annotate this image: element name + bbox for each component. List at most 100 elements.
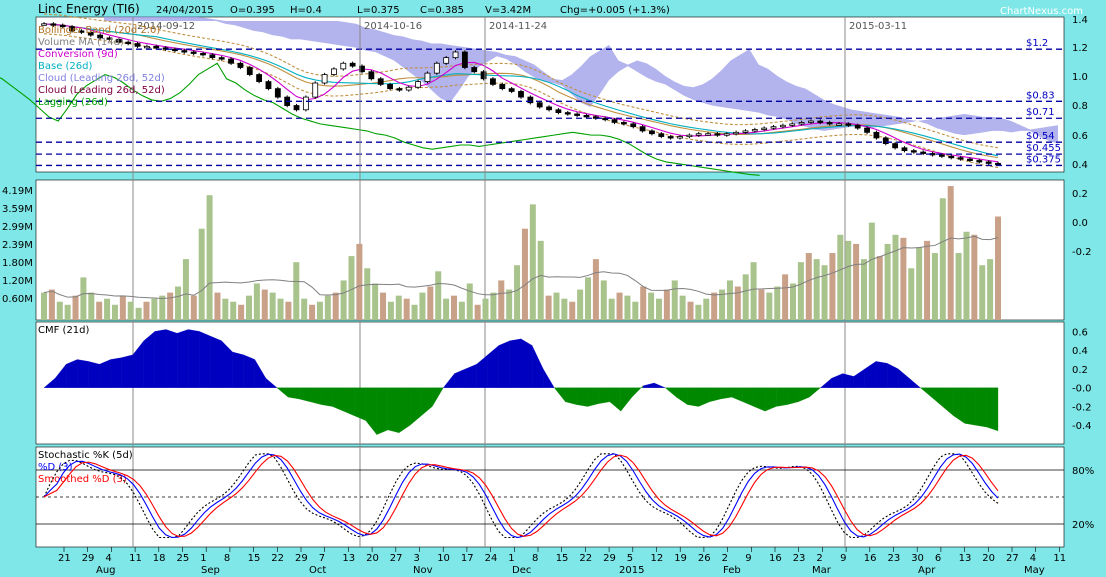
volume-bar xyxy=(514,265,521,320)
candle-body xyxy=(274,88,281,98)
volume-bar xyxy=(111,304,118,320)
candle-body xyxy=(733,131,740,135)
cmf-tick-label: -0.2 xyxy=(1072,402,1092,413)
price-level-label: $0.455 xyxy=(1026,143,1061,154)
x-month-label: 2015 xyxy=(619,565,644,576)
cmf-area-segment xyxy=(199,331,211,388)
x-month-label: Dec xyxy=(512,565,531,576)
volume-tick-label: 2.99M xyxy=(2,222,33,233)
candle-body xyxy=(340,62,347,70)
volume-bar xyxy=(88,292,95,320)
candle-body xyxy=(836,123,842,126)
candle-body xyxy=(312,82,319,98)
candle-body xyxy=(761,127,768,130)
volume-bar xyxy=(48,289,55,320)
volume-bar xyxy=(829,253,836,320)
x-day-label: 9 xyxy=(745,553,751,564)
volume-bar xyxy=(498,280,505,320)
candle-body xyxy=(620,122,627,125)
volume-bar xyxy=(931,253,938,320)
date-marker-label: 2014-11-24 xyxy=(489,21,547,32)
candle-body xyxy=(302,96,309,111)
volume-bar xyxy=(703,298,710,320)
volume-bar xyxy=(916,246,923,320)
volume-bar xyxy=(663,289,670,320)
cmf-area-segment xyxy=(243,354,255,388)
cmf-area-segment xyxy=(343,387,355,417)
candle-body xyxy=(256,74,263,82)
volume-bar xyxy=(608,298,615,320)
cmf-area-segment xyxy=(387,387,400,433)
candle-body xyxy=(901,147,908,152)
candle-body xyxy=(658,133,665,137)
cmf-area-segment xyxy=(376,387,389,435)
volume-bar xyxy=(340,280,347,320)
cmf-tick-label: 0.4 xyxy=(1072,346,1088,357)
volume-bar xyxy=(435,271,442,320)
x-month-label: Nov xyxy=(413,565,433,576)
candle-body xyxy=(910,150,917,153)
cmf-area-segment xyxy=(165,329,178,388)
candle-body xyxy=(490,78,496,85)
x-day-label: 27 xyxy=(1006,553,1019,564)
candle-body xyxy=(995,162,1001,166)
volume-bar xyxy=(671,280,678,320)
candle-body xyxy=(368,71,375,80)
volume-bar xyxy=(222,298,229,320)
candle-body xyxy=(415,81,422,88)
volume-bar xyxy=(711,292,718,320)
volume-bar xyxy=(119,295,126,320)
volume-bar xyxy=(466,283,473,320)
volume-bar xyxy=(790,283,797,320)
cmf-area-segment xyxy=(775,387,788,407)
volume-bar xyxy=(616,292,623,320)
candle-body xyxy=(190,51,197,54)
volume-bar xyxy=(506,289,513,320)
ohlc-date: 24/04/2015 xyxy=(156,5,214,16)
volume-bar xyxy=(301,298,308,320)
volume-bar xyxy=(924,240,931,320)
volume-bar xyxy=(364,268,371,320)
candle-body xyxy=(751,129,758,132)
candle-body xyxy=(536,102,543,108)
price-tick-label: 1.4 xyxy=(1072,15,1088,26)
candle-body xyxy=(321,74,328,84)
candle-body xyxy=(920,151,927,154)
volume-tick-label: 3.59M xyxy=(2,204,33,215)
volume-bar xyxy=(167,292,174,320)
legend-item: Cloud (Leading 26d, 52d) xyxy=(38,73,165,84)
volume-tick-label: 0.60M xyxy=(2,294,33,305)
volume-bar xyxy=(474,304,481,320)
volume-tick-label: 4.19M xyxy=(2,186,33,197)
candle-body xyxy=(209,54,216,59)
cmf-area-segment xyxy=(720,387,732,400)
x-day-label: 7 xyxy=(319,553,325,564)
volume-bar xyxy=(285,301,292,320)
cmf-area-segment xyxy=(354,387,366,421)
x-day-label: 29 xyxy=(295,553,308,564)
volume-bar xyxy=(592,259,599,320)
legend-item: Volume MA (14d) xyxy=(38,37,124,48)
cmf-area-segment xyxy=(565,387,577,405)
volume-bar xyxy=(742,274,749,320)
x-day-label: 12 xyxy=(651,553,664,564)
volume-bar xyxy=(450,295,457,320)
volume-bar xyxy=(380,292,387,320)
x-day-label: 25 xyxy=(177,553,190,564)
x-month-label: May xyxy=(1024,565,1045,576)
x-day-label: 2 xyxy=(722,553,728,564)
ohlc-change: Chg=+0.005 (+1.3%) xyxy=(560,5,670,16)
x-month-label: Aug xyxy=(96,565,116,576)
x-day-label: 10 xyxy=(437,553,450,564)
candle-body xyxy=(452,51,459,59)
x-day-label: 16 xyxy=(769,553,782,564)
volume-bar xyxy=(537,240,544,320)
stoch-tick-80: 80% xyxy=(1072,466,1094,477)
price-tick-label: 0.0 xyxy=(1072,218,1088,229)
volume-bar xyxy=(482,298,489,320)
volume-bar xyxy=(395,295,402,320)
cmf-area-segment xyxy=(520,338,533,388)
volume-bar xyxy=(238,304,245,320)
x-day-label: 1 xyxy=(200,553,206,564)
candle-body xyxy=(424,72,431,82)
